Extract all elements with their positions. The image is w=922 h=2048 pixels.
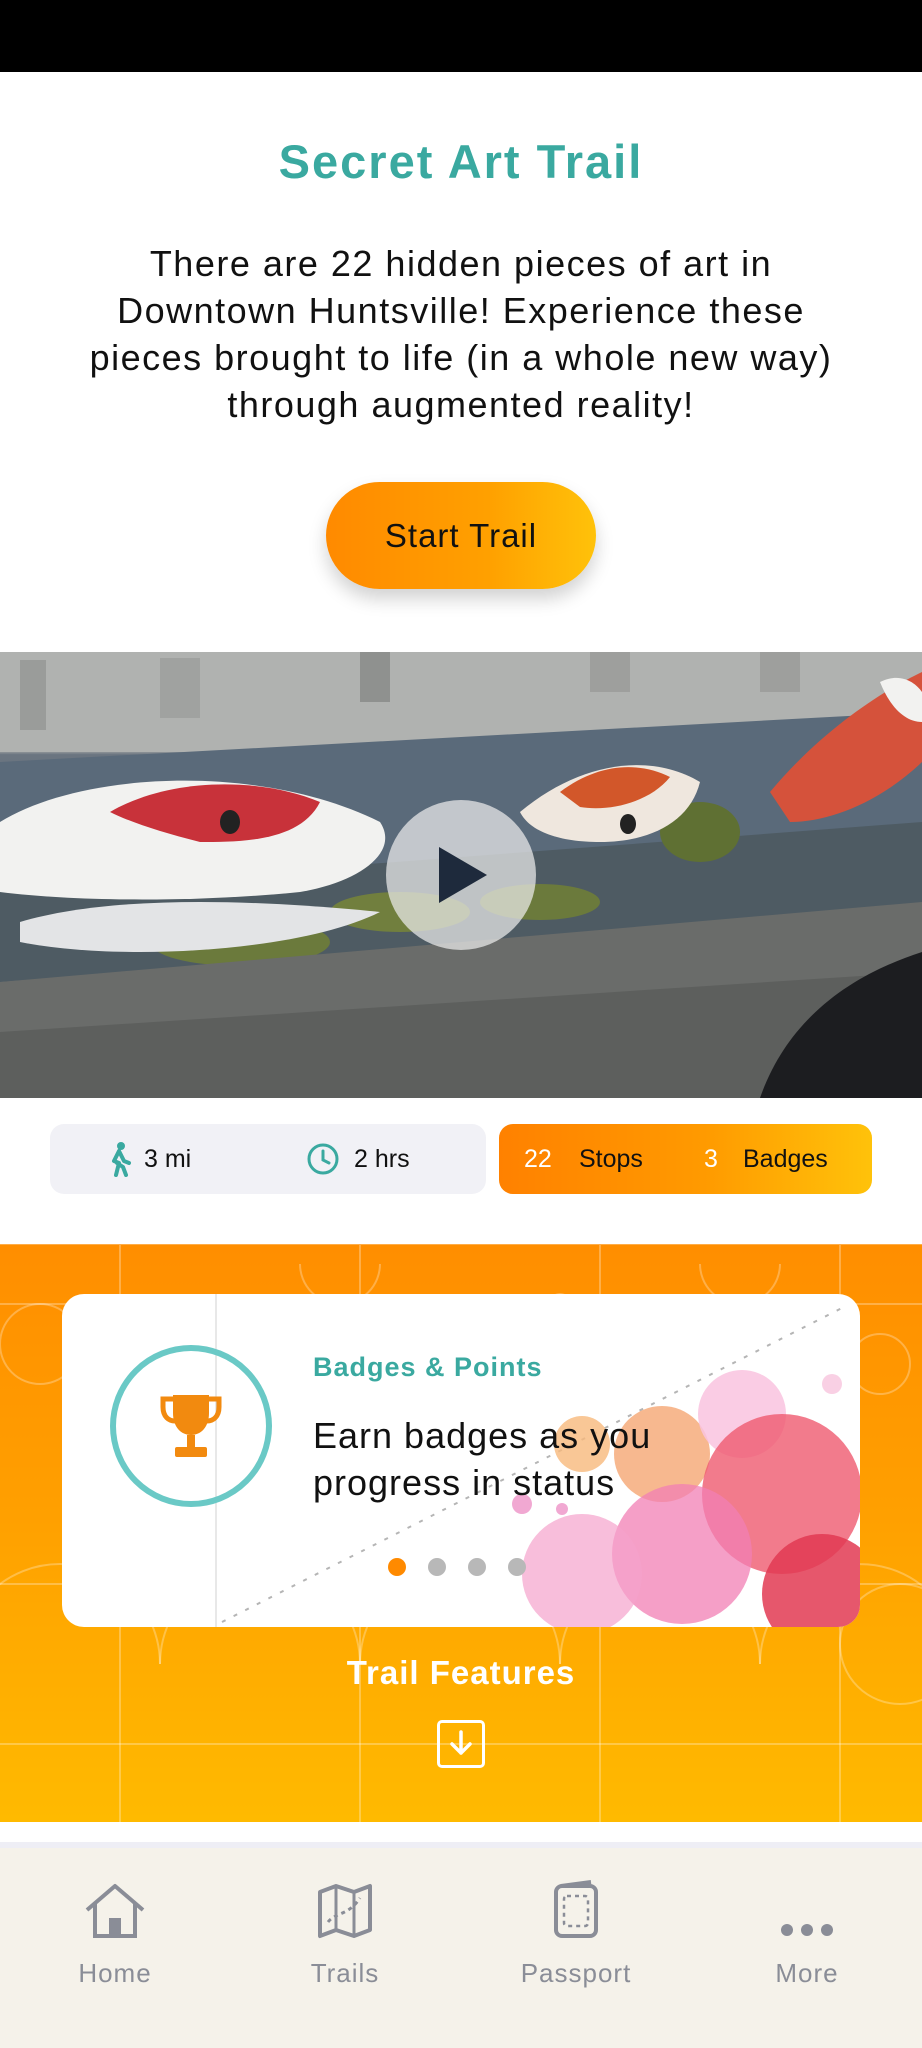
trail-features-title: Trail Features — [346, 1654, 576, 1691]
duration-value: 2 hrs — [354, 1144, 410, 1173]
feature-card-text: Earn badges as you progress in status — [313, 1415, 652, 1503]
distance-value: 3 mi — [144, 1144, 192, 1173]
carousel-dot-2[interactable] — [428, 1558, 446, 1576]
duration-stat: 2 hrs — [306, 1124, 410, 1194]
play-icon — [439, 847, 487, 903]
carousel-dot-3[interactable] — [468, 1558, 486, 1576]
trophy-icon — [160, 1395, 222, 1457]
badge-ring — [110, 1345, 272, 1507]
distance-stat: 3 mi — [106, 1124, 191, 1194]
nav-label-home: Home — [78, 1958, 152, 1988]
trail-description: There are 22 hidden pieces of art in Dow… — [89, 243, 833, 425]
play-video-button[interactable] — [386, 800, 536, 950]
carousel-dot-1[interactable] — [388, 1558, 406, 1576]
stops-badges-panel: 22 Stops 3 Badges — [499, 1124, 872, 1194]
feature-card-label: Badges & Points — [313, 1352, 543, 1382]
start-trail-button[interactable]: Start Trail — [326, 482, 596, 589]
nav-label-trails: Trails — [310, 1958, 380, 1988]
status-bar — [0, 0, 922, 72]
trail-stats-panel: 3 mi 2 hrs — [50, 1124, 486, 1194]
nav-label-more: More — [775, 1958, 839, 1988]
walking-icon — [112, 1142, 131, 1177]
map-icon — [318, 1884, 372, 1938]
nav-label-passport: Passport — [520, 1958, 632, 1988]
more-icon — [781, 1924, 833, 1936]
nav-item-more[interactable]: More — [707, 1874, 907, 1994]
clock-icon — [307, 1143, 339, 1175]
page-title: Secret Art Trail — [278, 135, 644, 188]
scroll-down-button[interactable] — [437, 1720, 485, 1768]
badges-label: Badges — [743, 1145, 828, 1173]
home-icon — [85, 1884, 145, 1938]
badges-count: 3 — [704, 1145, 718, 1173]
nav-item-passport[interactable]: Passport — [476, 1874, 676, 1994]
carousel-dots[interactable] — [388, 1558, 526, 1576]
nav-item-home[interactable]: Home — [15, 1874, 215, 1994]
stops-count: 22 — [524, 1145, 552, 1173]
carousel-dot-4[interactable] — [508, 1558, 526, 1576]
nav-item-trails[interactable]: Trails — [245, 1874, 445, 1994]
stops-label: Stops — [579, 1145, 643, 1173]
arrow-down-icon — [450, 1730, 472, 1755]
passport-icon — [554, 1880, 598, 1938]
